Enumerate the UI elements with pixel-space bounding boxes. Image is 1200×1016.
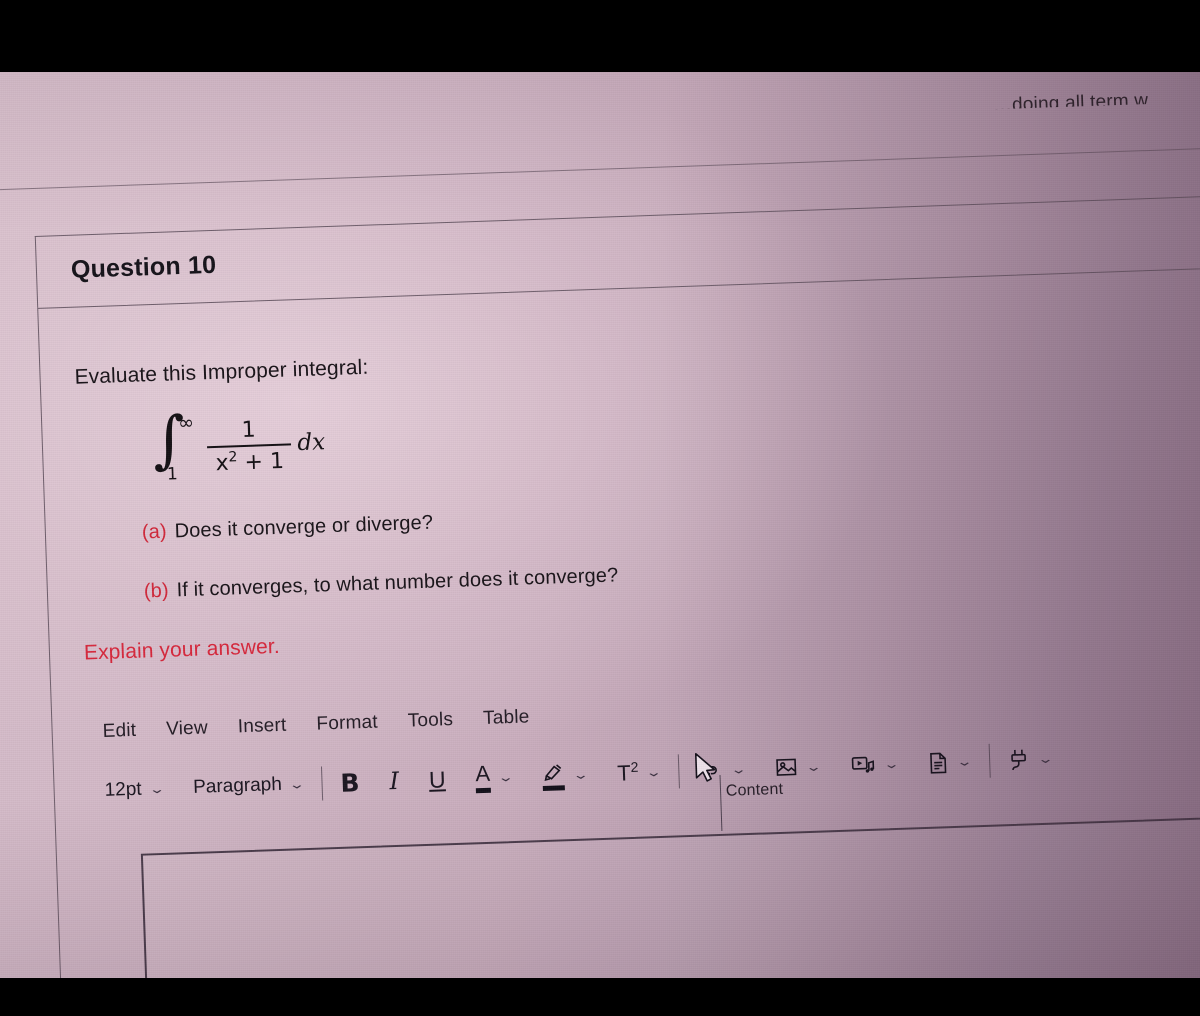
menu-item-insert[interactable]: Insert bbox=[237, 715, 286, 739]
document-dropdown[interactable]: ⌄ bbox=[927, 750, 974, 775]
superscript-icon: T2 bbox=[617, 759, 639, 787]
part-b-marker: (b) bbox=[143, 579, 170, 603]
chevron-down-icon: ⌄ bbox=[572, 768, 590, 783]
font-size-dropdown[interactable]: 12pt ⌄ bbox=[104, 778, 166, 802]
italic-button[interactable]: I bbox=[389, 767, 399, 795]
content-tooltip: Content bbox=[725, 780, 784, 800]
mouse-cursor-icon bbox=[692, 751, 719, 791]
explain-note: Explain your answer. bbox=[83, 634, 281, 665]
part-a-marker: (a) bbox=[141, 520, 168, 544]
canvas-quiz-page: …doing all term w Question 10 Evaluate t… bbox=[0, 72, 1200, 978]
integral-formula: ∫ ∞ 1 1 x2 + 1 dx bbox=[152, 374, 1200, 487]
denominator-rest: + 1 bbox=[244, 449, 285, 476]
editor-content-textarea[interactable] bbox=[140, 811, 1200, 978]
image-icon bbox=[774, 756, 799, 779]
bold-button[interactable]: B bbox=[340, 768, 360, 798]
photographed-screen-container: …doing all term w Question 10 Evaluate t… bbox=[0, 0, 1200, 1016]
chevron-down-icon: ⌄ bbox=[956, 754, 974, 770]
chevron-down-icon: ⌄ bbox=[496, 770, 515, 785]
page-title: Question 10 bbox=[70, 250, 217, 284]
menu-item-table[interactable]: Table bbox=[483, 706, 530, 730]
insert-content-group[interactable]: ⌄ ⌄ Content bbox=[694, 752, 823, 831]
toolbar-divider bbox=[677, 754, 680, 789]
paragraph-style-dropdown[interactable]: Paragraph ⌄ bbox=[192, 773, 306, 799]
chevron-down-icon: ⌄ bbox=[1036, 752, 1055, 767]
superscript-dropdown[interactable]: T2 ⌄ bbox=[617, 758, 663, 787]
part-a-text: Does it converge or diverge? bbox=[174, 511, 434, 543]
fraction: 1 x2 + 1 bbox=[206, 417, 292, 477]
text-color-dropdown[interactable]: A ⌄ bbox=[475, 761, 515, 793]
document-icon bbox=[927, 751, 950, 775]
menu-item-tools[interactable]: Tools bbox=[407, 709, 453, 733]
chevron-down-icon: ⌄ bbox=[882, 757, 901, 772]
letterbox-top bbox=[0, 0, 1200, 72]
differential-dx: dx bbox=[296, 429, 326, 457]
page-divider-line bbox=[0, 146, 1200, 191]
media-dropdown[interactable]: ⌄ bbox=[850, 753, 901, 777]
font-size-value: 12pt bbox=[104, 778, 142, 801]
text-color-icon: A bbox=[475, 761, 491, 793]
paragraph-style-value: Paragraph bbox=[192, 773, 283, 798]
fraction-denominator: x2 + 1 bbox=[207, 446, 292, 477]
toolbar-divider bbox=[988, 743, 991, 778]
chevron-down-icon: ⌄ bbox=[288, 777, 306, 792]
rich-content-editor: Edit View Insert Format Tools Table 12pt… bbox=[86, 681, 1200, 978]
highlight-color-dropdown[interactable]: ⌄ bbox=[541, 759, 590, 791]
integral-lower-limit: 1 bbox=[166, 464, 179, 485]
question-prompt: Evaluate this Improper integral: bbox=[74, 355, 369, 389]
menu-item-format[interactable]: Format bbox=[316, 712, 378, 736]
question-card: Question 10 Evaluate this Improper integ… bbox=[34, 193, 1200, 978]
question-body: Evaluate this Improper integral: ∫ ∞ 1 1… bbox=[37, 265, 1200, 978]
menu-item-view[interactable]: View bbox=[166, 717, 208, 740]
apps-plug-icon bbox=[1008, 747, 1031, 772]
fraction-numerator: 1 bbox=[241, 417, 257, 444]
screen-surface: …doing all term w Question 10 Evaluate t… bbox=[0, 72, 1200, 978]
chevron-down-icon: ⌄ bbox=[645, 765, 663, 780]
question-part-a: (a) Does it converge or diverge? bbox=[142, 482, 1200, 544]
letterbox-bottom bbox=[0, 978, 1200, 1016]
toolbar-divider bbox=[320, 766, 324, 801]
denominator-exponent: 2 bbox=[228, 449, 238, 466]
chevron-down-icon: ⌄ bbox=[805, 760, 823, 775]
denominator-base: x bbox=[215, 451, 230, 477]
chevron-down-icon: ⌄ bbox=[148, 782, 166, 797]
media-icon bbox=[850, 754, 877, 777]
underline-button[interactable]: U bbox=[428, 766, 446, 794]
editor-toolbar: 12pt ⌄ Paragraph ⌄ B I U A ⌄ ⌄ T2 ⌄ ⌄ ⌄ … bbox=[88, 731, 1200, 831]
tooltip-leader-line bbox=[719, 774, 723, 831]
superscript-base: T bbox=[616, 760, 632, 787]
image-dropdown[interactable]: ⌄ bbox=[774, 756, 823, 780]
superscript-exponent: 2 bbox=[630, 759, 639, 776]
apps-dropdown[interactable]: ⌄ bbox=[1008, 747, 1055, 772]
highlighter-icon bbox=[541, 760, 566, 791]
top-cutoff-text: …doing all term w bbox=[992, 90, 1149, 110]
chevron-down-icon: ⌄ bbox=[729, 762, 748, 777]
integral-symbol-group: ∫ ∞ 1 bbox=[152, 402, 198, 487]
question-part-b: (b) If it converges, to what number does … bbox=[144, 541, 1200, 603]
integral-upper-limit: ∞ bbox=[177, 411, 195, 435]
part-b-text: If it converges, to what number does it … bbox=[176, 564, 619, 602]
menu-item-edit[interactable]: Edit bbox=[102, 720, 136, 743]
editor-menubar: Edit View Insert Format Tools Table bbox=[86, 681, 1200, 743]
